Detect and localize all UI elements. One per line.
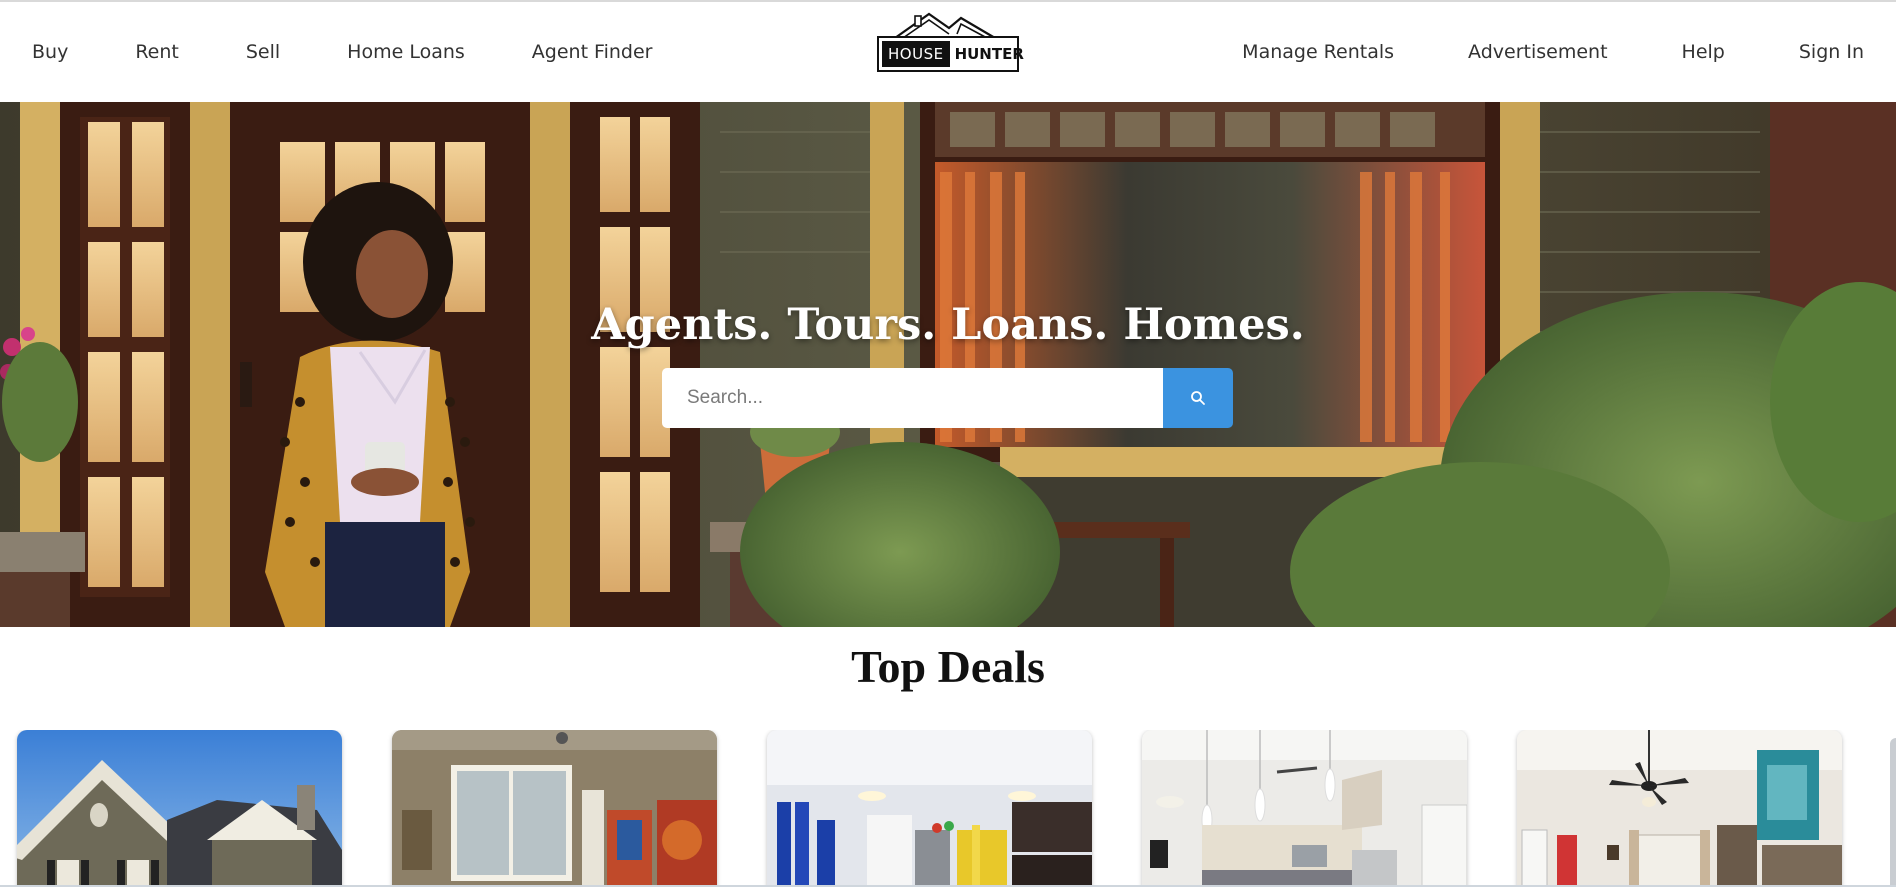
search-button[interactable] xyxy=(1163,368,1233,428)
deal-card-image xyxy=(392,730,717,887)
hero-banner: Agents. Tours. Loans. Homes. xyxy=(0,102,1896,627)
nav-left-group: Buy Rent Sell Home Loans Agent Finder xyxy=(32,2,653,102)
deal-card[interactable] xyxy=(1517,730,1842,887)
search-input[interactable] xyxy=(662,368,1163,428)
deal-card-image xyxy=(17,730,342,887)
top-deals-heading: Top Deals xyxy=(851,641,1045,692)
deal-card[interactable] xyxy=(17,730,342,887)
nav-link-agent-finder[interactable]: Agent Finder xyxy=(532,41,653,63)
nav-link-sell[interactable]: Sell xyxy=(246,41,280,63)
deal-card-image xyxy=(1142,730,1467,887)
search-icon xyxy=(1191,391,1205,405)
nav-link-home-loans[interactable]: Home Loans xyxy=(347,41,465,63)
logo-wordmark: HOUSE HUNTER xyxy=(877,36,1024,72)
deal-card[interactable] xyxy=(767,730,1092,887)
nav-link-rent[interactable]: Rent xyxy=(135,41,179,63)
deal-card-image xyxy=(1517,730,1842,887)
nav-right-group: Manage Rentals Advertisement Help Sign I… xyxy=(1242,2,1864,102)
logo-word-hunter: HUNTER xyxy=(954,45,1024,63)
brand-logo[interactable]: HOUSE HUNTER xyxy=(877,10,1024,74)
nav-link-manage-rentals[interactable]: Manage Rentals xyxy=(1242,41,1394,63)
hero-search-bar xyxy=(662,368,1233,428)
deal-card-image xyxy=(767,730,1092,887)
deal-card[interactable] xyxy=(392,730,717,887)
deal-card[interactable] xyxy=(1142,730,1467,887)
nav-link-advertisement[interactable]: Advertisement xyxy=(1468,41,1607,63)
top-navigation: Buy Rent Sell Home Loans Agent Finder HO… xyxy=(0,2,1896,102)
next-card-peek xyxy=(1890,738,1896,887)
nav-link-buy[interactable]: Buy xyxy=(32,41,68,63)
top-deals-carousel xyxy=(0,730,1896,887)
hero-headline: Agents. Tours. Loans. Homes. xyxy=(591,300,1305,350)
nav-link-help[interactable]: Help xyxy=(1682,41,1725,63)
hero-background-image xyxy=(0,102,1896,627)
nav-link-sign-in[interactable]: Sign In xyxy=(1799,41,1864,63)
logo-word-house: HOUSE xyxy=(882,41,950,67)
